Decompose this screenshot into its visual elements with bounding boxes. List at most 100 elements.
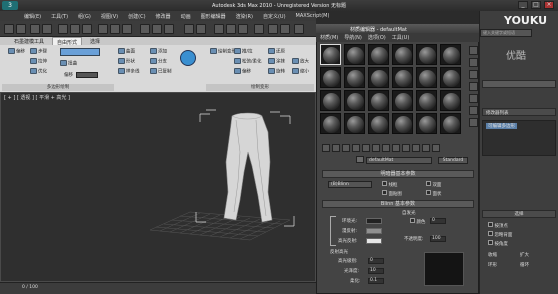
ribbon-btn-relax[interactable]: 松弛/柔化 bbox=[234, 58, 262, 65]
ribbon-btn-step[interactable]: 步骤 bbox=[30, 48, 47, 55]
assign-material-icon[interactable] bbox=[342, 144, 350, 152]
ribbon-btn-enlarge[interactable]: 放大 bbox=[292, 58, 309, 65]
menu-group[interactable]: 组(G) bbox=[78, 13, 91, 20]
material-sample-slot[interactable] bbox=[416, 113, 437, 134]
ambient-swatch[interactable] bbox=[366, 218, 382, 224]
rotate-icon[interactable] bbox=[110, 24, 120, 34]
menu-animation[interactable]: 动画 bbox=[181, 13, 191, 20]
ribbon-btn-smudge[interactable]: 涂抹 bbox=[268, 58, 285, 65]
percent-snap-icon[interactable] bbox=[164, 24, 174, 34]
menu-graph-editors[interactable]: 图形编辑器 bbox=[201, 13, 226, 20]
link-icon[interactable] bbox=[30, 24, 40, 34]
put-to-scene-icon[interactable] bbox=[332, 144, 340, 152]
ribbon-btn-twist[interactable]: 扭曲 bbox=[60, 60, 77, 67]
eyedropper-icon[interactable] bbox=[356, 156, 364, 163]
material-sample-slot[interactable] bbox=[392, 44, 413, 65]
unlink-icon[interactable] bbox=[42, 24, 52, 34]
menu-create[interactable]: 创建(C) bbox=[128, 13, 145, 20]
ribbon-btn-add[interactable]: 添加 bbox=[150, 48, 167, 55]
quick-render-icon[interactable] bbox=[294, 24, 304, 34]
by-vertex-checkbox[interactable]: 按顶点 bbox=[488, 222, 508, 229]
uv-tiling-icon[interactable] bbox=[469, 82, 478, 91]
material-sample-slot[interactable] bbox=[320, 44, 341, 65]
mirror-icon[interactable] bbox=[184, 24, 194, 34]
tab-graphite[interactable]: 石墨建模工具 bbox=[10, 37, 48, 45]
shader-basic-params-rollout[interactable]: 明暗器基本参数 bbox=[322, 170, 474, 178]
time-slider[interactable] bbox=[0, 282, 316, 294]
background-icon[interactable] bbox=[469, 70, 478, 79]
reset-map-icon[interactable] bbox=[352, 144, 360, 152]
opt-two-sided[interactable]: 双面 bbox=[426, 181, 441, 188]
specular-swatch[interactable] bbox=[366, 238, 382, 244]
spec-level-value[interactable]: 0 bbox=[368, 258, 384, 264]
material-sample-slot[interactable] bbox=[368, 44, 389, 65]
menu-modifiers[interactable]: 修改器 bbox=[156, 13, 171, 20]
undo-icon[interactable] bbox=[4, 24, 14, 34]
brush-icon[interactable] bbox=[180, 50, 196, 66]
shader-dropdown[interactable]: (B)Blinn bbox=[328, 181, 372, 188]
search-input[interactable]: 键入关键字或短语 bbox=[480, 29, 532, 37]
material-sample-slot[interactable] bbox=[368, 113, 389, 134]
material-effects-icon[interactable] bbox=[392, 144, 400, 152]
material-sample-slot[interactable] bbox=[320, 90, 341, 111]
soften-value[interactable]: 0.1 bbox=[368, 278, 384, 284]
make-preview-icon[interactable] bbox=[469, 106, 478, 115]
self-illum-value[interactable]: 0 bbox=[430, 218, 446, 224]
material-sample-slot[interactable] bbox=[416, 67, 437, 88]
opt-wire[interactable]: 线框 bbox=[382, 181, 397, 188]
ribbon-btn-deform-offset[interactable]: 偏移 bbox=[234, 68, 251, 75]
offset-field[interactable] bbox=[76, 72, 98, 78]
options-icon[interactable] bbox=[469, 118, 478, 127]
curve-editor-icon[interactable] bbox=[226, 24, 236, 34]
material-sample-slot[interactable] bbox=[320, 67, 341, 88]
material-editor-icon[interactable] bbox=[254, 24, 264, 34]
make-copy-icon[interactable] bbox=[362, 144, 370, 152]
material-sample-slot[interactable] bbox=[320, 113, 341, 134]
close-button[interactable]: × bbox=[544, 1, 554, 9]
by-angle-checkbox[interactable]: 按角度 bbox=[488, 240, 508, 247]
grow-button[interactable]: 扩大 bbox=[520, 252, 529, 258]
material-sample-slot[interactable] bbox=[440, 113, 461, 134]
video-color-icon[interactable] bbox=[469, 94, 478, 103]
align-icon[interactable] bbox=[196, 24, 206, 34]
color-checkbox[interactable]: 颜色 bbox=[410, 218, 425, 225]
modifier-list-dropdown[interactable]: 修改器列表 bbox=[482, 108, 556, 116]
ribbon-btn-extrude[interactable]: 拉伸 bbox=[30, 58, 47, 65]
go-to-parent-icon[interactable] bbox=[422, 144, 430, 152]
material-sample-slot[interactable] bbox=[368, 67, 389, 88]
diffuse-swatch[interactable] bbox=[366, 228, 382, 234]
material-sample-slot[interactable] bbox=[440, 90, 461, 111]
command-panel-tabs[interactable] bbox=[482, 80, 556, 88]
ribbon-btn-revert[interactable]: 还原 bbox=[268, 48, 285, 55]
get-material-icon[interactable] bbox=[322, 144, 330, 152]
redo-icon[interactable] bbox=[16, 24, 26, 34]
menu-views[interactable]: 视图(V) bbox=[101, 13, 118, 20]
material-type-button[interactable]: Standard bbox=[438, 157, 468, 164]
ring-button[interactable]: 环形 bbox=[488, 262, 497, 268]
ribbon-btn-surface[interactable]: 曲面 bbox=[118, 48, 135, 55]
ribbon-btn-offset[interactable]: 偏移 bbox=[8, 48, 25, 55]
maximize-button[interactable]: □ bbox=[531, 1, 541, 9]
region-select-icon[interactable] bbox=[82, 24, 92, 34]
material-sample-slot[interactable] bbox=[392, 90, 413, 111]
ribbon-btn-shrink[interactable]: 缩小 bbox=[292, 68, 309, 75]
ignore-backfacing-checkbox[interactable]: 忽略背面 bbox=[488, 231, 512, 238]
pants-mesh[interactable] bbox=[223, 112, 273, 223]
ribbon-btn-rotate[interactable]: 旋转 bbox=[268, 68, 285, 75]
stack-item-editable-poly[interactable]: 可编辑多边形 bbox=[486, 123, 517, 129]
menu-rendering[interactable]: 渲染(R) bbox=[236, 13, 253, 20]
menu-edit[interactable]: 编辑(E) bbox=[24, 13, 41, 20]
material-sample-slot[interactable] bbox=[344, 44, 365, 65]
ribbon-btn-optimize[interactable]: 优化 bbox=[30, 68, 47, 75]
material-sample-slot[interactable] bbox=[368, 90, 389, 111]
shrink-button[interactable]: 收缩 bbox=[488, 252, 497, 258]
tab-selection[interactable]: 选择 bbox=[86, 37, 104, 45]
make-unique-icon[interactable] bbox=[372, 144, 380, 152]
select-by-name-icon[interactable] bbox=[70, 24, 80, 34]
ribbon-highlight-field[interactable] bbox=[60, 48, 100, 56]
ribbon-btn-push-pull[interactable]: 推/拉 bbox=[234, 48, 253, 55]
show-map-icon[interactable] bbox=[402, 144, 410, 152]
select-icon[interactable] bbox=[58, 24, 68, 34]
selection-rollout[interactable]: 选择 bbox=[482, 210, 556, 218]
mat-menu-material[interactable]: 材质(M) bbox=[320, 34, 338, 41]
